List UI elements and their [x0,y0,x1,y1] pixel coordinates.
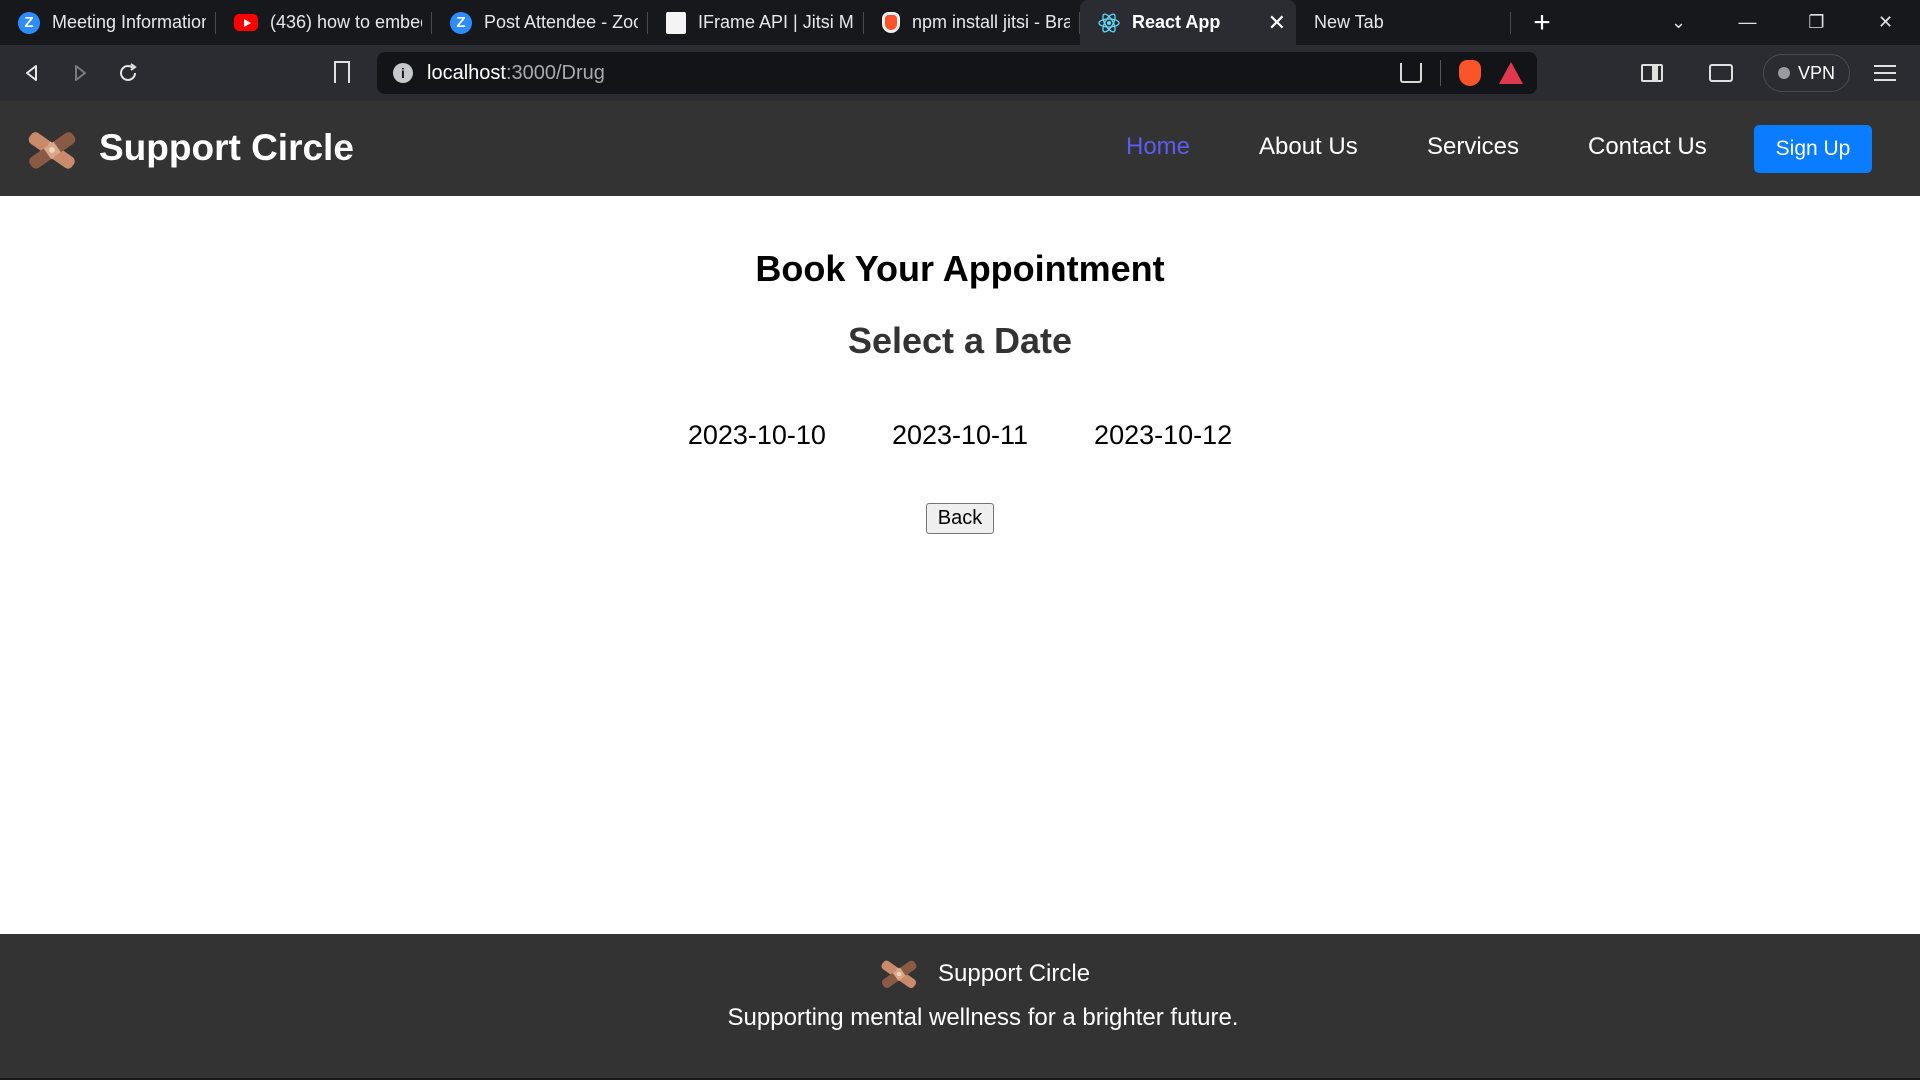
browser-tab[interactable]: Z Meeting Information [0,0,216,45]
vpn-button[interactable]: VPN [1762,54,1850,92]
tab-title: IFrame API | Jitsi Meet [698,12,854,32]
document-icon [666,11,686,34]
address-bar[interactable]: i localhost:3000/Drug [377,52,1537,94]
vpn-status-icon [1777,67,1790,79]
browser-tab-active[interactable]: React App ✕ [1080,0,1296,45]
sidebar-toggle-icon[interactable] [1640,64,1663,82]
footer-brand: Support Circle [938,960,1091,987]
tab-title: New Tab [1314,12,1384,32]
tab-title: Meeting Information [52,12,206,32]
date-option[interactable]: 2023-10-11 [892,420,1028,451]
nav-contact-link[interactable]: Contact Us [1588,133,1707,161]
browser-tab[interactable]: IFrame API | Jitsi Meet [648,0,864,45]
brave-shields-icon[interactable] [1459,60,1481,86]
browser-tab[interactable]: npm install jitsi - Brave [864,0,1080,45]
tab-title: (436) how to embed [270,12,422,32]
browser-tab[interactable]: (436) how to embed [216,0,432,45]
zoom-icon: Z [18,11,40,34]
date-option[interactable]: 2023-10-10 [688,420,826,451]
brave-rewards-icon[interactable] [1499,62,1523,84]
date-options: 2023-10-10 2023-10-11 2023-10-12 [0,420,1920,451]
bandage-logo-icon[interactable] [24,129,80,171]
tab-title: React App [1132,12,1221,32]
url-path: :3000/Drug [505,61,605,84]
nav-about-link[interactable]: About Us [1259,133,1358,161]
back-arrow-icon[interactable] [8,49,56,97]
site-info-icon[interactable]: i [393,63,413,83]
tab-title: Post Attendee - Zoom [484,12,638,32]
minimize-icon[interactable]: — [1713,0,1782,45]
browser-tab-strip: Z Meeting Information (436) how to embed… [0,0,1920,45]
zoom-icon: Z [450,11,472,34]
site-header: Support Circle Home About Us Services Co… [0,101,1920,196]
tab-search-chevron-icon[interactable]: ⌄ [1644,0,1713,45]
share-icon[interactable] [1400,63,1422,83]
url-host: localhost [427,61,506,84]
bandage-logo-icon [881,960,917,989]
wallet-icon[interactable] [1708,64,1733,82]
back-button[interactable]: Back [926,503,994,534]
restore-icon[interactable]: ❐ [1782,0,1851,45]
youtube-icon [234,14,258,31]
url-text[interactable]: localhost:3000/Drug [427,62,605,85]
divider [1440,60,1441,86]
new-tab-button[interactable]: + [1511,0,1573,45]
hamburger-menu-icon[interactable] [1874,65,1896,81]
main-content: Book Your Appointment Select a Date 2023… [0,196,1920,934]
window-controls: ⌄ — ❐ ✕ [1644,0,1920,45]
reload-icon[interactable] [104,49,152,97]
close-window-icon[interactable]: ✕ [1851,0,1920,45]
site-brand[interactable]: Support Circle [99,127,354,169]
brave-icon [882,12,900,33]
browser-tab[interactable]: New Tab [1296,0,1511,45]
date-option[interactable]: 2023-10-12 [1094,420,1232,451]
close-tab-icon[interactable]: ✕ [1268,10,1286,36]
section-subtitle: Select a Date [847,320,1073,361]
react-icon [1098,12,1120,34]
nav-services-link[interactable]: Services [1427,133,1519,161]
browser-toolbar: i localhost:3000/Drug VPN [0,45,1920,101]
signup-button[interactable]: Sign Up [1754,125,1872,173]
forward-arrow-icon[interactable] [56,49,104,97]
bookmark-icon[interactable] [334,61,350,83]
page-title: Book Your Appointment [755,248,1165,289]
browser-tab[interactable]: Z Post Attendee - Zoom [432,0,648,45]
tab-title: npm install jitsi - Brave [912,12,1070,32]
site-footer: Support Circle Supporting mental wellnes… [0,934,1920,1078]
vpn-label: VPN [1797,62,1835,83]
nav-home-link[interactable]: Home [1126,133,1190,161]
footer-tagline: Supporting mental wellness for a brighte… [727,1004,1239,1031]
